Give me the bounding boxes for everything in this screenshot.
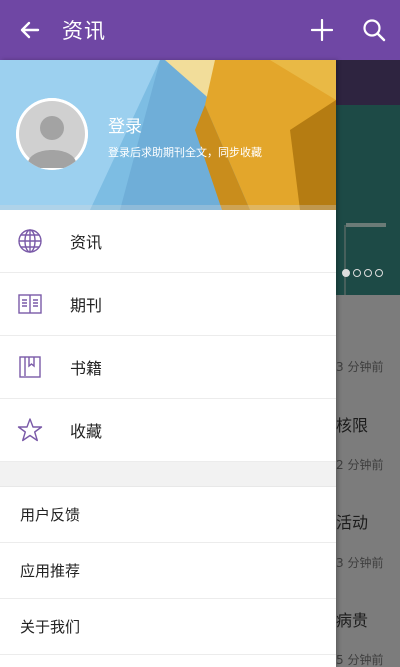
login-link[interactable]: 登录	[108, 112, 142, 137]
globe-icon	[0, 210, 60, 273]
carousel-dots	[342, 269, 383, 277]
arrow-left-icon	[20, 21, 40, 39]
menu-item-recommend-apps[interactable]: 应用推荐	[0, 543, 336, 599]
feed-item-time: 3 分钟前	[336, 360, 384, 374]
drawer-secondary-menu: 用户反馈 应用推荐 关于我们	[0, 487, 336, 655]
carousel-dot	[364, 269, 372, 277]
avatar[interactable]	[16, 98, 88, 170]
feed-item-headline[interactable]: 活动	[336, 509, 368, 533]
banner-lamp	[346, 223, 386, 227]
menu-item-favorites[interactable]: 收藏	[0, 399, 336, 462]
carousel-dot	[353, 269, 361, 277]
back-button[interactable]	[0, 0, 60, 60]
user-silhouette-icon	[16, 98, 88, 170]
star-icon	[0, 399, 60, 462]
feed-item-time: 2 分钟前	[336, 458, 384, 472]
menu-item-label: 书籍	[70, 359, 103, 378]
bookmark-book-icon	[0, 336, 60, 399]
carousel-dot	[375, 269, 383, 277]
menu-item-label: 资讯	[70, 233, 103, 252]
menu-item-label: 收藏	[70, 422, 103, 441]
menu-item-books[interactable]: 书籍	[0, 336, 336, 399]
plus-icon	[311, 19, 333, 41]
app-bar: 资讯	[0, 0, 400, 60]
book-open-icon	[0, 273, 60, 336]
feed-item-headline[interactable]: 核限	[336, 412, 368, 436]
menu-item-feedback[interactable]: 用户反馈	[0, 487, 336, 543]
feed-item-time: 3 分钟前	[336, 556, 384, 570]
menu-item-journals[interactable]: 期刊	[0, 273, 336, 336]
feed-item-time: 5 分钟前	[336, 653, 384, 667]
add-button[interactable]	[296, 0, 348, 60]
menu-item-label: 期刊	[70, 296, 103, 315]
page-title: 资讯	[62, 19, 106, 43]
menu-item-about-us[interactable]: 关于我们	[0, 599, 336, 655]
drawer-main-menu: 资讯 期刊 书籍 收藏	[0, 210, 336, 462]
drawer-header[interactable]: 登录 登录后求助期刊全文，同步收藏	[0, 60, 336, 210]
search-icon	[363, 19, 386, 42]
banner-pole	[344, 225, 346, 295]
menu-item-news[interactable]: 资讯	[0, 210, 336, 273]
navigation-drawer: 登录 登录后求助期刊全文，同步收藏 资讯 期刊 书籍 收藏 用户反馈 应用推荐 …	[0, 60, 336, 667]
carousel-dot	[342, 269, 350, 277]
menu-divider	[0, 462, 336, 487]
search-button[interactable]	[348, 0, 400, 60]
login-hint: 登录后求助期刊全文，同步收藏	[108, 146, 262, 159]
feed-item-headline[interactable]: 病贵	[336, 607, 368, 631]
